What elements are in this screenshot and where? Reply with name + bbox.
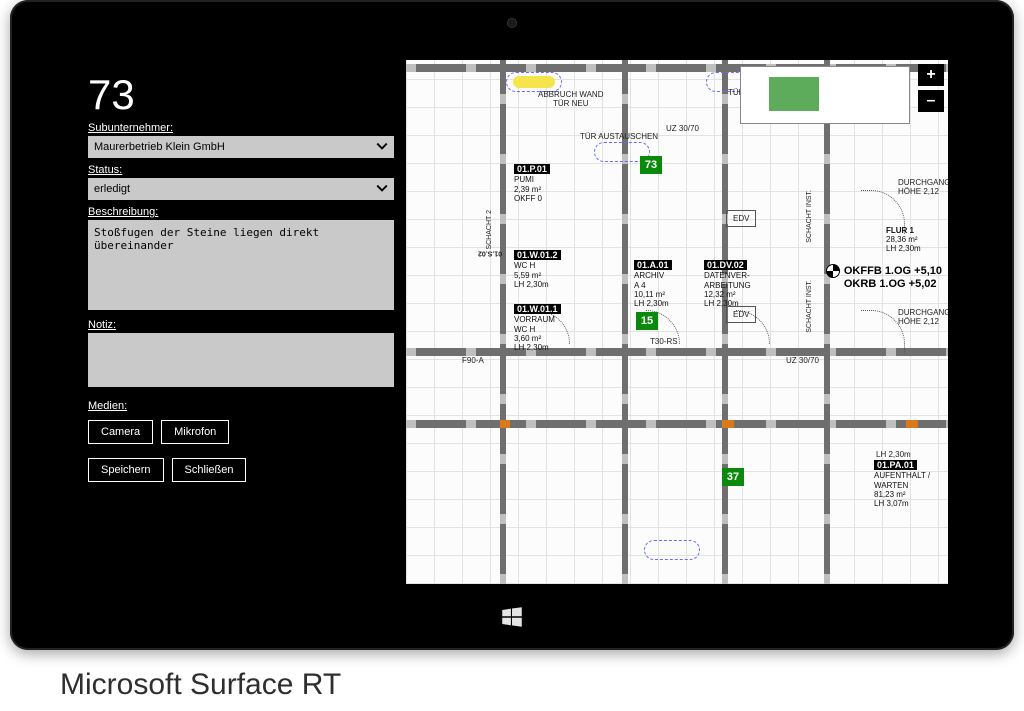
room-label-daten: 01.DV.02DATENVER-ARBEITUNG12,32 m²LH 2,3… [704, 260, 751, 308]
note-textarea[interactable] [88, 333, 394, 387]
wall-horizontal [406, 420, 948, 428]
subcontractor-select[interactable]: Maurerbetrieb Klein GmbH [88, 136, 394, 158]
zoom-controls: + – [918, 64, 944, 116]
room-label-edv: EDV [726, 210, 756, 227]
chevron-down-icon [376, 140, 388, 155]
plan-annotation: DURCHGANGS-HÖHE 2,12 [898, 178, 948, 196]
wall-vertical [500, 60, 506, 584]
status-select[interactable]: erledigt [88, 178, 394, 200]
screen: 73 Subunternehmer: Maurerbetrieb Klein G… [76, 60, 948, 584]
plan-annotation: F90-A [462, 356, 484, 365]
wall-vertical [824, 60, 830, 584]
subcontractor-value: Maurerbetrieb Klein GmbH [94, 141, 225, 153]
room-label-schacht-inst: SCHACHT INST. [806, 280, 813, 333]
tablet-frame: 73 Subunternehmer: Maurerbetrieb Klein G… [10, 0, 1014, 650]
description-label: Beschreibung: [88, 206, 394, 218]
plan-annotation: DURCHGANGS-HÖHE 2,12 [898, 308, 948, 326]
defect-pin-73[interactable]: 73 [640, 156, 662, 174]
plan-annotation: LH 2,30m [876, 450, 911, 459]
defect-number: 73 [88, 74, 394, 116]
media-label: Medien: [88, 400, 394, 412]
plan-annotation: ABBRUCH WANDTÜR NEU [538, 90, 603, 108]
minimap-viewport [769, 77, 819, 111]
status-value: erledigt [94, 183, 130, 195]
plan-annotation: T30-RS [650, 337, 678, 346]
save-button[interactable]: Speichern [88, 458, 164, 482]
microphone-button[interactable]: Mikrofon [161, 420, 229, 444]
beam-accent [500, 420, 510, 428]
room-label-schacht: 01.S.02SCHACHT 2 [478, 210, 502, 257]
revision-cloud [506, 72, 562, 92]
room-label-pumi: 01.P.01PUMI2,39 m²OKFF 0 [514, 164, 550, 203]
room-label-edv: EDV [726, 306, 756, 323]
room-label-aufenthalt: 01.PA.01AUFENTHALT /WARTEN81,23 m²LH 3,0… [874, 460, 930, 508]
front-camera [507, 18, 517, 28]
level-marker: OKFFB 1.OG +5,10 OKRB 1.OG +5,02 [826, 264, 942, 290]
close-button[interactable]: Schließen [172, 458, 247, 482]
description-textarea[interactable] [88, 220, 394, 310]
room-label-wch: 01.W.01.2WC H5,59 m²LH 2,30m [514, 250, 561, 289]
plan-annotation: UZ 30/70 [666, 124, 699, 133]
revision-cloud [644, 540, 700, 560]
plan-annotation: TÜR AUSTAUSCHEN [580, 132, 658, 141]
defect-form-panel: 73 Subunternehmer: Maurerbetrieb Klein G… [76, 60, 406, 584]
beam-accent [722, 420, 734, 428]
status-label: Status: [88, 164, 394, 176]
camera-button[interactable]: Camera [88, 420, 153, 444]
defect-pin-37[interactable]: 37 [722, 468, 744, 486]
windows-logo-icon [499, 604, 525, 630]
room-label-vorraum: 01.W.01.1VORRAUMWC H3,60 m²LH 2,30m [514, 304, 561, 352]
plan-annotation: UZ 30/70 [786, 356, 819, 365]
device-caption: Microsoft Surface RT [60, 668, 341, 702]
zoom-out-button[interactable]: – [918, 90, 944, 112]
room-label-archiv: 01.A.01ARCHIVA 410,11 m²LH 2,30m [634, 260, 672, 308]
level-symbol-icon [826, 264, 840, 278]
beam-accent [906, 420, 918, 428]
zoom-in-button[interactable]: + [918, 64, 944, 86]
subcontractor-label: Subunternehmer: [88, 122, 394, 134]
note-label: Notiz: [88, 319, 394, 331]
minimap[interactable] [740, 66, 910, 124]
chevron-down-icon [376, 182, 388, 197]
floorplan-canvas[interactable]: ABBRUCH WANDTÜR NEU TÜR AUSTAUSCHEN TÜR … [406, 60, 948, 584]
room-label-flur: FLUR 128,36 m²LH 2,30m [886, 226, 921, 254]
room-label-schacht-inst: SCHACHT INST. [806, 190, 813, 243]
defect-pin-15[interactable]: 15 [636, 312, 658, 330]
